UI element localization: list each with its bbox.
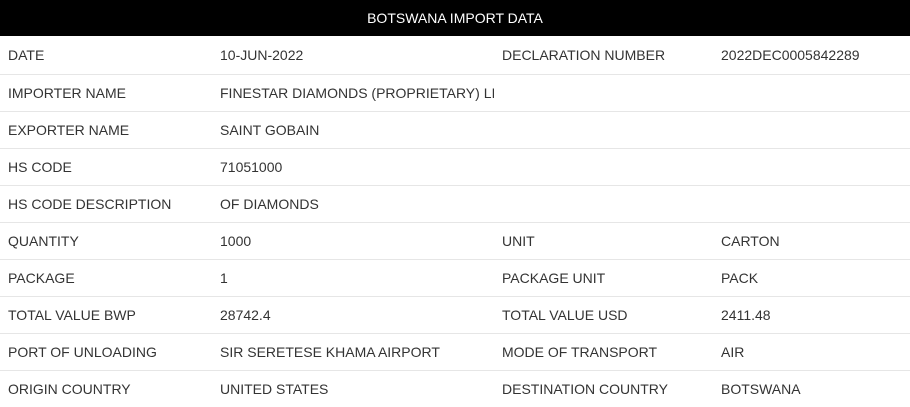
field-label: PACKAGE UNIT xyxy=(494,260,713,297)
field-value: UNITED STATES xyxy=(212,371,494,407)
field-value: 28742.4 xyxy=(212,297,494,334)
field-label: HS CODE DESCRIPTION xyxy=(0,186,212,223)
field-value: CARTON xyxy=(713,223,910,260)
field-label: DECLARATION NUMBER xyxy=(494,36,713,75)
table-row: EXPORTER NAME SAINT GOBAIN xyxy=(0,112,910,149)
table-row: HS CODE DESCRIPTION OF DIAMONDS xyxy=(0,186,910,223)
field-label: PORT OF UNLOADING xyxy=(0,334,212,371)
table-row: DATE 10-JUN-2022 DECLARATION NUMBER 2022… xyxy=(0,36,910,75)
field-label: TOTAL VALUE USD xyxy=(494,297,713,334)
field-label xyxy=(494,112,713,149)
field-value: SAINT GOBAIN xyxy=(212,112,494,149)
field-value: 2022DEC0005842289 xyxy=(713,36,910,75)
field-label: TOTAL VALUE BWP xyxy=(0,297,212,334)
field-value: BOTSWANA xyxy=(713,371,910,407)
field-value: 71051000 xyxy=(212,149,494,186)
field-value xyxy=(713,112,910,149)
field-label: QUANTITY xyxy=(0,223,212,260)
table-row: QUANTITY 1000 UNIT CARTON xyxy=(0,223,910,260)
field-label: DATE xyxy=(0,36,212,75)
table-row: ORIGIN COUNTRY UNITED STATES DESTINATION… xyxy=(0,371,910,407)
table-title: BOTSWANA IMPORT DATA xyxy=(367,10,543,26)
table-row: HS CODE 71051000 xyxy=(0,149,910,186)
field-value xyxy=(713,149,910,186)
table-title-bar: BOTSWANA IMPORT DATA xyxy=(0,0,910,36)
field-label: DESTINATION COUNTRY xyxy=(494,371,713,407)
field-value: PACK xyxy=(713,260,910,297)
table-row: TOTAL VALUE BWP 28742.4 TOTAL VALUE USD … xyxy=(0,297,910,334)
field-value: AIR xyxy=(713,334,910,371)
field-value: OF DIAMONDS xyxy=(212,186,494,223)
field-label: EXPORTER NAME xyxy=(0,112,212,149)
field-label xyxy=(494,75,713,112)
import-data-table: DATE 10-JUN-2022 DECLARATION NUMBER 2022… xyxy=(0,36,910,407)
field-value: 2411.48 xyxy=(713,297,910,334)
field-value xyxy=(713,75,910,112)
table-row: IMPORTER NAME FINESTAR DIAMONDS (PROPRIE… xyxy=(0,75,910,112)
field-value: SIR SERETESE KHAMA AIRPORT xyxy=(212,334,494,371)
field-label: PACKAGE xyxy=(0,260,212,297)
field-label xyxy=(494,149,713,186)
table-row: PACKAGE 1 PACKAGE UNIT PACK xyxy=(0,260,910,297)
field-value: 1000 xyxy=(212,223,494,260)
field-label: IMPORTER NAME xyxy=(0,75,212,112)
field-label: HS CODE xyxy=(0,149,212,186)
field-value: 10-JUN-2022 xyxy=(212,36,494,75)
field-value: 1 xyxy=(212,260,494,297)
field-label: ORIGIN COUNTRY xyxy=(0,371,212,407)
field-label: UNIT xyxy=(494,223,713,260)
table-row: PORT OF UNLOADING SIR SERETESE KHAMA AIR… xyxy=(0,334,910,371)
field-label: MODE OF TRANSPORT xyxy=(494,334,713,371)
field-label xyxy=(494,186,713,223)
field-value: FINESTAR DIAMONDS (PROPRIETARY) LIMITED xyxy=(212,75,494,112)
field-value xyxy=(713,186,910,223)
